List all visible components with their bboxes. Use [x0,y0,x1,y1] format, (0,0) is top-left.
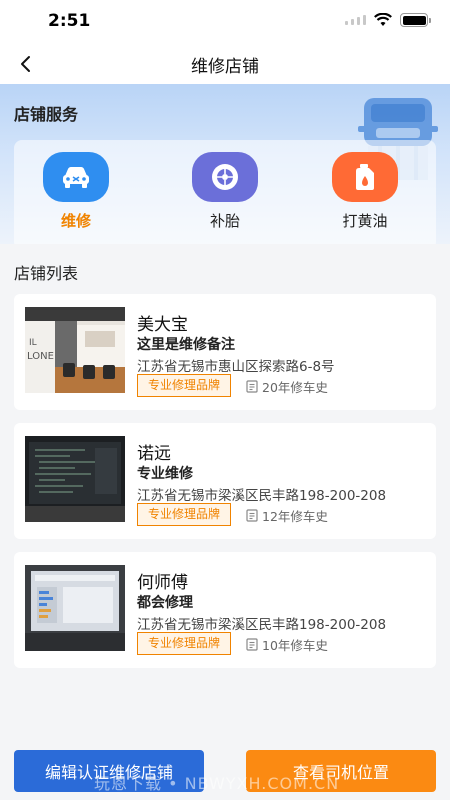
shop-name: 诺远 [137,444,171,464]
oil-can-icon [332,152,398,202]
repair-history: 10年修车史 [246,635,328,654]
service-repair[interactable]: 维修 [26,152,126,231]
shop-address: 江苏省无锡市梁溪区民丰路198-200-208 [137,617,387,633]
shop-name: 美大宝 [137,315,188,335]
document-icon [246,638,258,651]
cellular-signal-icon [345,15,366,25]
service-banner: 店铺服务 维修 补胎 打黄油 [0,84,450,244]
navigation-bar: 维修店铺 [0,44,450,84]
wifi-icon [374,13,392,26]
view-driver-location-button[interactable]: 查看司机位置 [246,750,436,792]
car-repair-icon [43,152,109,202]
shop-card[interactable]: 诺远 专业维修 江苏省无锡市梁溪区民丰路198-200-208 专业修理品牌 1… [14,423,436,539]
tire-icon [192,152,258,202]
page-title: 维修店铺 [191,57,259,77]
shop-photo [25,565,125,651]
brand-tag: 专业修理品牌 [137,632,232,655]
service-tire[interactable]: 补胎 [175,152,275,231]
repair-history-text: 10年修车史 [262,638,328,653]
edit-certified-shop-button[interactable]: 编辑认证维修店铺 [14,750,204,792]
battery-icon [400,13,431,27]
shop-note: 都会修理 [137,595,193,611]
services-section-title: 店铺服务 [14,105,79,124]
shop-name: 何师傅 [137,573,188,593]
document-icon [246,380,258,393]
shop-address: 江苏省无锡市梁溪区民丰路198-200-208 [137,488,387,504]
service-repair-label: 维修 [60,212,91,230]
status-bar: 2:51 [0,0,450,44]
repair-history-text: 20年修车史 [262,380,328,395]
shop-note: 这里是维修备注 [137,337,235,353]
svg-text:IL: IL [29,338,37,348]
repair-history-text: 12年修车史 [262,509,328,524]
shop-photo: IL LONE [25,307,125,393]
shop-card[interactable]: 何师傅 都会修理 江苏省无锡市梁溪区民丰路198-200-208 专业修理品牌 … [14,552,436,668]
service-grease[interactable]: 打黄油 [315,152,415,231]
status-time: 2:51 [48,11,91,31]
shop-photo [25,436,125,522]
shop-list-title: 店铺列表 [14,264,79,283]
repair-history: 20年修车史 [246,377,328,396]
shop-note: 专业维修 [137,466,193,482]
shop-card[interactable]: IL LONE 美大宝 这里是维修备注 江苏省无锡市惠山区探索路6-8号 专业修… [14,294,436,410]
service-tire-label: 补胎 [209,212,240,230]
shop-address: 江苏省无锡市惠山区探索路6-8号 [137,359,335,375]
repair-history: 12年修车史 [246,506,328,525]
document-icon [246,509,258,522]
brand-tag: 专业修理品牌 [137,503,232,526]
svg-text:LONE: LONE [27,351,54,362]
service-grease-label: 打黄油 [342,212,388,230]
brand-tag: 专业修理品牌 [137,374,232,397]
status-icons [345,13,431,27]
bottom-action-bar: 编辑认证维修店铺 查看司机位置 [0,742,450,800]
